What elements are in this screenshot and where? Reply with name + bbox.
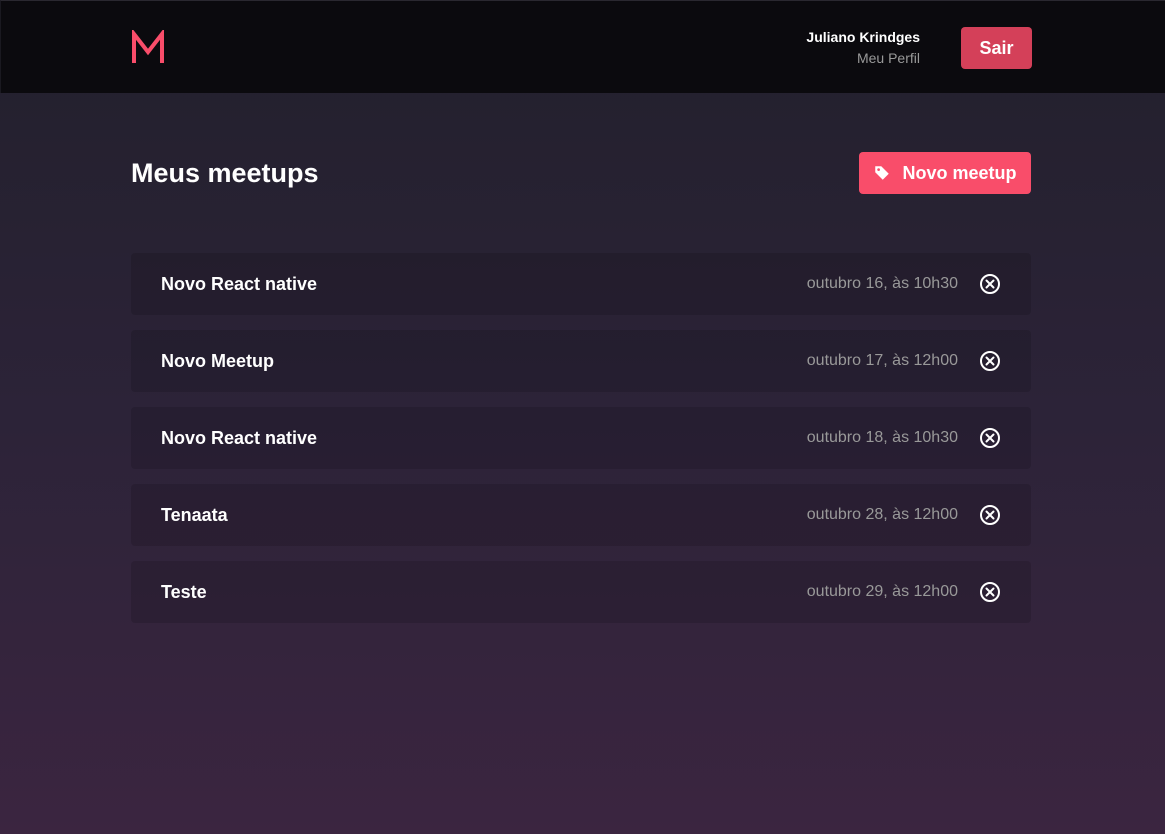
meetup-date: outubro 18, às 10h30	[806, 429, 958, 446]
meetup-date: outubro 28, às 12h00	[806, 506, 958, 523]
meetup-list: Novo React native outubro 16, às 10h30 N…	[131, 253, 1031, 638]
new-meetup-label: Novo meetup	[902, 162, 1017, 183]
close-circle-icon[interactable]	[979, 273, 1001, 295]
profile-link[interactable]: Meu Perfil	[806, 50, 920, 67]
close-circle-icon[interactable]	[979, 504, 1001, 526]
tag-icon	[875, 166, 890, 180]
user-info: Juliano Krindges Meu Perfil	[806, 29, 920, 67]
meetup-row[interactable]: Teste outubro 29, às 12h00	[131, 561, 1031, 623]
m-logo-icon[interactable]	[131, 30, 165, 64]
meetup-title: Teste	[161, 581, 207, 602]
meetup-row[interactable]: Novo React native outubro 16, às 10h30	[131, 253, 1031, 315]
meetup-date: outubro 29, às 12h00	[806, 583, 958, 600]
close-circle-icon[interactable]	[979, 350, 1001, 372]
meetup-date: outubro 17, às 12h00	[806, 352, 958, 369]
new-meetup-button[interactable]: Novo meetup	[859, 152, 1031, 194]
close-circle-icon[interactable]	[979, 581, 1001, 603]
top-bar: Juliano Krindges Meu Perfil Sair	[0, 0, 1165, 93]
meetup-title: Tenaata	[161, 504, 228, 525]
meetup-title: Novo React native	[161, 273, 318, 294]
meetup-date: outubro 16, às 10h30	[806, 275, 958, 292]
close-circle-icon[interactable]	[979, 427, 1001, 449]
meetup-title: Novo Meetup	[161, 350, 275, 371]
page-title: Meus meetups	[131, 158, 319, 188]
user-name: Juliano Krindges	[806, 29, 920, 45]
meetup-row[interactable]: Tenaata outubro 28, às 12h00	[131, 484, 1031, 546]
meetup-title: Novo React native	[161, 427, 318, 448]
logout-button[interactable]: Sair	[961, 27, 1032, 69]
meetup-row[interactable]: Novo React native outubro 18, às 10h30	[131, 407, 1031, 469]
meetup-row[interactable]: Novo Meetup outubro 17, às 12h00	[131, 330, 1031, 392]
